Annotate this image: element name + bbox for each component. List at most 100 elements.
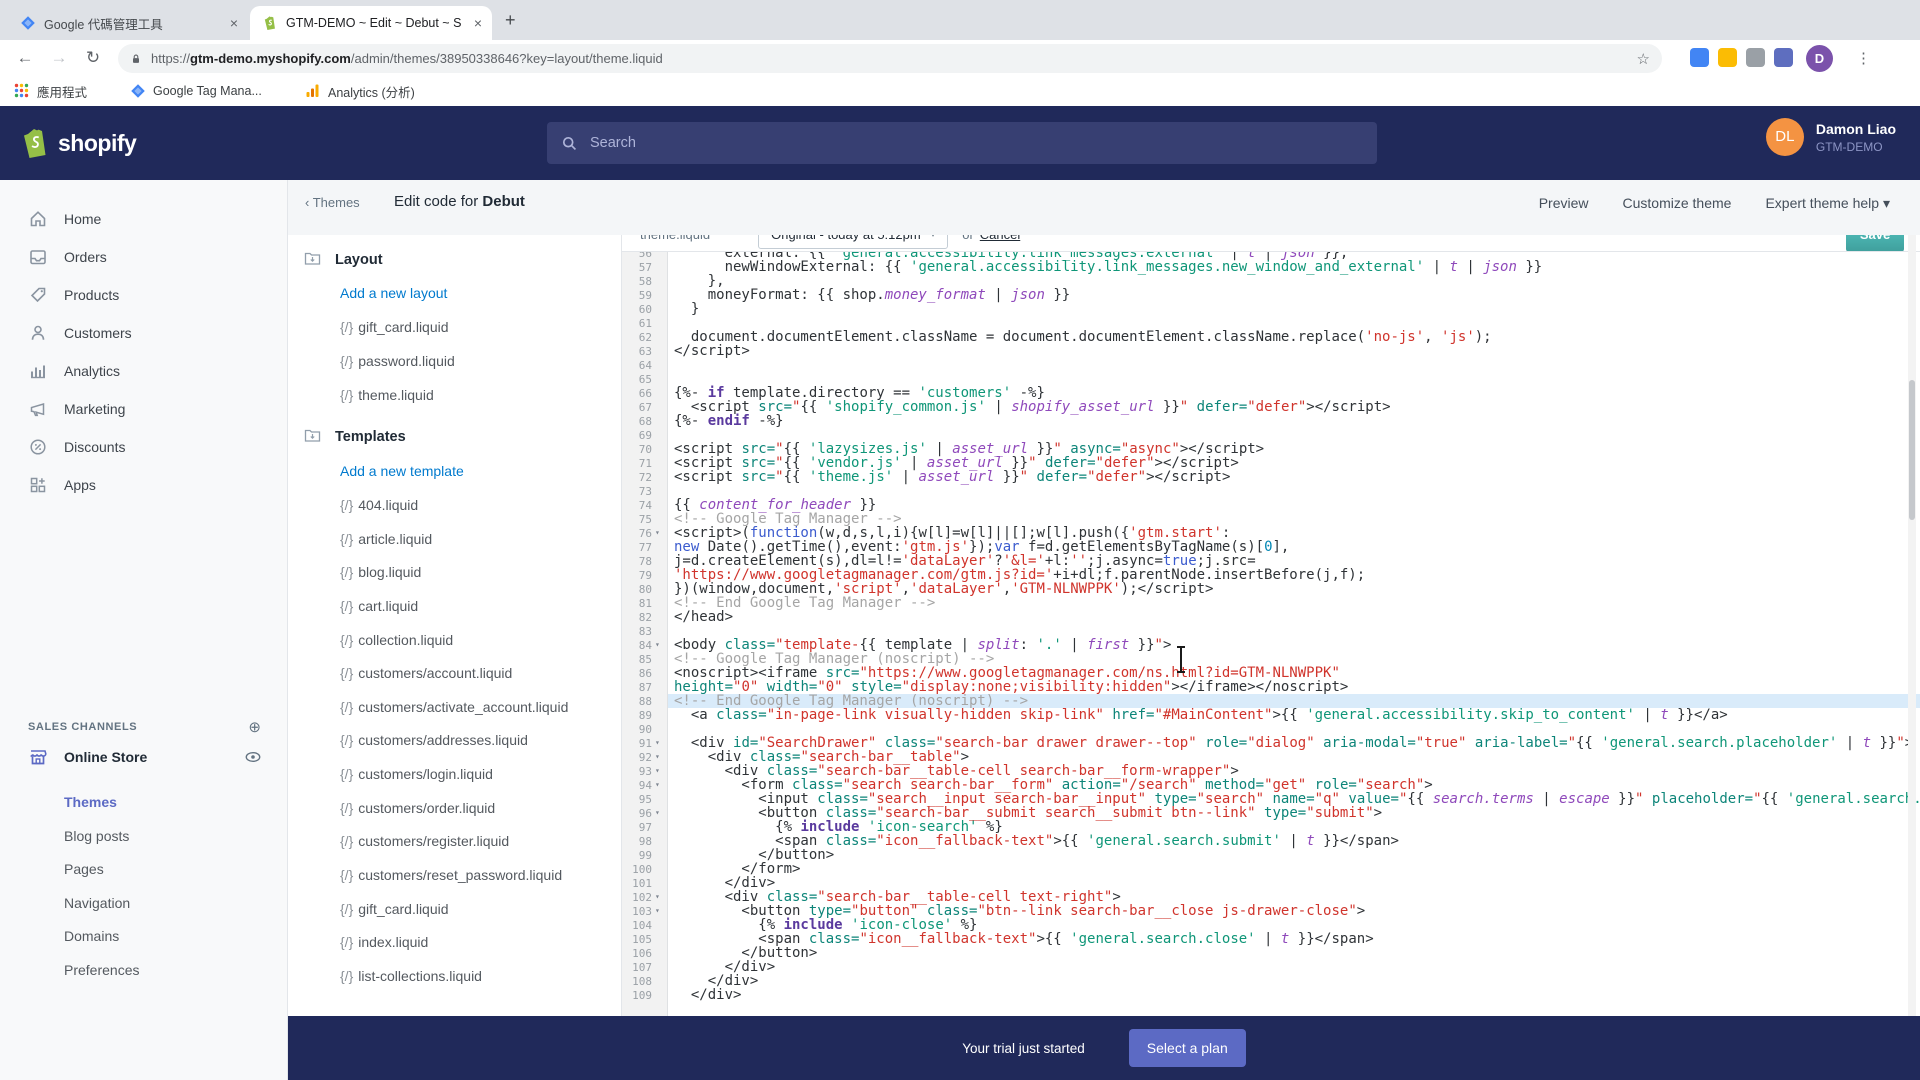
file-item[interactable]: {/} customers/login.liquid <box>340 766 493 782</box>
file-item[interactable]: {/} collection.liquid <box>340 632 453 648</box>
global-search-input[interactable]: Search <box>547 122 1377 164</box>
browser-menu-icon[interactable]: ⋮ <box>1856 45 1871 72</box>
file-item[interactable]: {/} customers/register.liquid <box>340 833 509 849</box>
sidebar-item-discounts[interactable]: Discounts <box>0 436 288 458</box>
extension-icon[interactable] <box>1774 48 1793 67</box>
file-item[interactable]: {/} blog.liquid <box>340 564 421 580</box>
sidebar-item-online-store[interactable]: Online Store <box>0 746 288 768</box>
bookmark-item[interactable]: Analytics (分析) <box>305 80 415 102</box>
sidebar-item-analytics[interactable]: Analytics <box>0 360 288 382</box>
sidebar-item-preferences[interactable]: Preferences <box>64 962 139 978</box>
reload-icon[interactable]: ↻ <box>80 45 106 71</box>
fold-caret-icon[interactable]: ▾ <box>655 906 660 915</box>
action-customize-theme[interactable]: Customize theme <box>1623 195 1732 212</box>
action-preview[interactable]: Preview <box>1539 195 1589 212</box>
extension-icon[interactable] <box>1746 48 1765 67</box>
line-number: 76 <box>638 527 652 540</box>
sidebar-item-domains[interactable]: Domains <box>64 928 119 944</box>
bookmark-star-icon[interactable]: ☆ <box>1637 50 1650 68</box>
file-item[interactable]: {/} list-collections.liquid <box>340 968 482 984</box>
scrollbar-thumb[interactable] <box>1909 380 1915 520</box>
file-item[interactable]: {/} cart.liquid <box>340 598 418 614</box>
line-number: 106 <box>632 947 652 960</box>
file-item[interactable]: {/} article.liquid <box>340 531 432 547</box>
code-line: </button> <box>674 847 835 863</box>
extension-icon[interactable] <box>1718 48 1737 67</box>
sidebar-item-themes[interactable]: Themes <box>64 794 117 810</box>
file-name: customers/order.liquid <box>358 800 496 816</box>
code-line: {{ content_for_header }} <box>674 497 877 513</box>
action-expert-theme-help[interactable]: Expert theme help ▾ <box>1765 195 1890 212</box>
sidebar-item-home[interactable]: Home <box>0 208 288 230</box>
editor-toolbar: theme.liquid Original - today at 5:12pm▾… <box>622 235 1920 252</box>
browser-tab[interactable]: GTM-DEMO ~ Edit ~ Debut ~ S × <box>250 6 492 40</box>
browser-tab[interactable]: Google 代碼管理工具 × <box>8 6 248 40</box>
file-item[interactable]: {/} 404.liquid <box>340 497 418 513</box>
new-tab-button[interactable]: + <box>505 10 516 30</box>
shopify-bag-icon <box>262 15 278 31</box>
version-dropdown[interactable]: Original - today at 5:12pm▾ <box>758 235 949 249</box>
fold-caret-icon[interactable]: ▾ <box>655 808 660 817</box>
fold-caret-icon[interactable]: ▾ <box>655 640 660 649</box>
close-icon[interactable]: × <box>230 16 238 30</box>
sidebar-item-products[interactable]: Products <box>0 284 288 306</box>
line-number: 56 <box>638 252 652 260</box>
sidebar-item-label: Home <box>64 211 102 227</box>
tree-section-layout[interactable]: Layout <box>304 251 383 269</box>
browser-profile-avatar[interactable]: D <box>1806 45 1833 72</box>
close-icon[interactable]: × <box>474 16 482 30</box>
breadcrumb[interactable]: ‹ Themes <box>305 195 360 210</box>
sidebar-item-pages[interactable]: Pages <box>64 861 104 877</box>
file-item[interactable]: {/} customers/order.liquid <box>340 800 495 816</box>
sidebar-item-navigation[interactable]: Navigation <box>64 895 130 911</box>
file-item[interactable]: {/} theme.liquid <box>340 387 434 403</box>
scrollbar-track[interactable] <box>1908 235 1916 1016</box>
save-button[interactable]: Save <box>1846 235 1904 251</box>
sidebar-item-marketing[interactable]: Marketing <box>0 398 288 420</box>
fold-caret-icon[interactable]: ▾ <box>655 892 660 901</box>
tree-section-templates[interactable]: Templates <box>304 428 406 446</box>
fold-caret-icon[interactable]: ▾ <box>655 780 660 789</box>
file-item[interactable]: {/} index.liquid <box>340 934 428 950</box>
back-icon[interactable]: ← <box>12 45 38 71</box>
file-item[interactable]: {/} gift_card.liquid <box>340 901 449 917</box>
url-omnibox[interactable]: https://gtm-demo.myshopify.com/admin/the… <box>118 44 1662 73</box>
fold-caret-icon[interactable]: ▾ <box>655 738 660 747</box>
sidebar-item-apps[interactable]: Apps <box>0 474 288 496</box>
fold-caret-icon[interactable]: ▾ <box>655 528 660 537</box>
liquid-file-icon: {/} <box>340 901 354 917</box>
code-line: <button type="button" class="btn--link s… <box>674 903 1366 919</box>
file-item[interactable]: {/} customers/activate_account.liquid <box>340 699 568 715</box>
fold-caret-icon[interactable]: ▾ <box>655 766 660 775</box>
user-menu[interactable]: DL Damon Liao GTM-DEMO <box>1765 118 1896 156</box>
fold-caret-icon[interactable]: ▾ <box>655 752 660 761</box>
code-editor[interactable]: external: {{ 'general.accessibility.link… <box>622 252 1920 1016</box>
cancel-link[interactable]: Cancel <box>980 235 1020 242</box>
sidebar-item-orders[interactable]: Orders <box>0 246 288 268</box>
extension-icon[interactable] <box>1690 48 1709 67</box>
line-number-gutter: 56 57 58 59 60 61 62 63 64 65 66 67 68 69 70 71 72 73 74 75… <box>622 252 668 1016</box>
file-item[interactable]: {/} customers/account.liquid <box>340 665 512 681</box>
file-item[interactable]: {/} customers/reset_password.liquid <box>340 867 562 883</box>
line-number: 84 <box>638 639 652 652</box>
bookmark-item[interactable]: Google Tag Mana... <box>130 80 262 102</box>
file-name: article.liquid <box>358 531 433 547</box>
lock-icon <box>133 54 139 63</box>
bookmark-item[interactable]: 應用程式 <box>14 80 87 102</box>
sidebar-item-label: Products <box>64 287 120 303</box>
select-plan-button[interactable]: Select a plan <box>1128 1029 1246 1067</box>
add-link[interactable]: Add a new template <box>340 463 464 479</box>
file-item[interactable]: {/} gift_card.liquid <box>340 319 449 335</box>
sidebar-item-blog-posts[interactable]: Blog posts <box>64 828 129 844</box>
shopify-logo[interactable]: shopify <box>20 126 137 160</box>
analytics-icon <box>28 361 48 381</box>
file-item[interactable]: {/} password.liquid <box>340 353 455 369</box>
file-item[interactable]: {/} customers/addresses.liquid <box>340 732 528 748</box>
add-link[interactable]: Add a new layout <box>340 285 447 301</box>
sidebar-item-customers[interactable]: Customers <box>0 322 288 344</box>
eye-icon[interactable] <box>244 748 262 766</box>
add-channel-icon[interactable]: ⊕ <box>248 718 261 736</box>
liquid-file-icon: {/} <box>340 319 354 335</box>
